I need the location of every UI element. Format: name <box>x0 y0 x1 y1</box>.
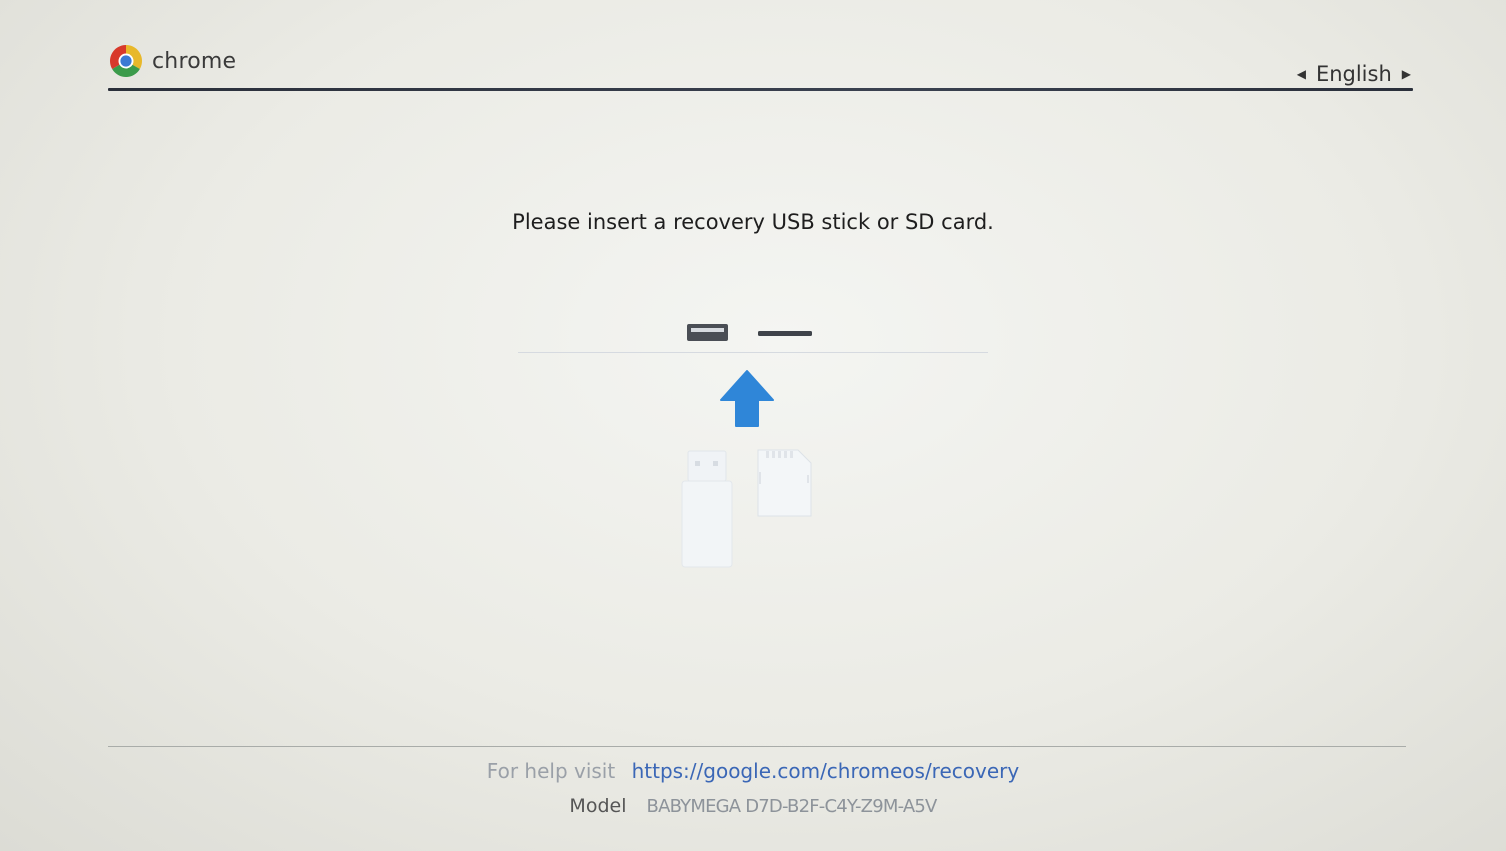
model-label: Model <box>569 795 627 817</box>
language-selector[interactable]: ◀ English ▶ <box>1297 62 1411 86</box>
brand-logo: chrome <box>108 43 236 79</box>
arrow-up-icon <box>720 370 774 427</box>
help-link[interactable]: https://google.com/chromeos/recovery <box>632 759 1020 783</box>
triangle-right-icon[interactable]: ▶ <box>1402 67 1411 81</box>
recovery-message: Please insert a recovery USB stick or SD… <box>512 210 994 234</box>
language-label[interactable]: English <box>1316 62 1392 86</box>
header: chrome ◀ English ▶ <box>108 40 1413 94</box>
usb-stick-icon <box>681 450 733 568</box>
header-divider <box>108 88 1413 91</box>
help-text: For help visit <box>486 759 616 783</box>
model-line: Model BABYMEGA D7D-B2F-C4Y-Z9M-A5V <box>0 795 1506 817</box>
chrome-logo-icon <box>109 45 143 78</box>
insert-media-illustration <box>500 300 1000 580</box>
footer-divider <box>108 746 1406 747</box>
brand-name: chrome <box>152 48 237 74</box>
sd-card-icon <box>757 449 812 517</box>
usb-slot-icon <box>687 324 728 341</box>
model-value: BABYMEGA D7D-B2F-C4Y-Z9M-A5V <box>646 796 938 817</box>
help-line: For help visit https://google.com/chrome… <box>0 759 1506 783</box>
sd-slot-icon <box>758 331 812 336</box>
triangle-left-icon[interactable]: ◀ <box>1297 67 1306 81</box>
media-illustration <box>681 324 812 568</box>
